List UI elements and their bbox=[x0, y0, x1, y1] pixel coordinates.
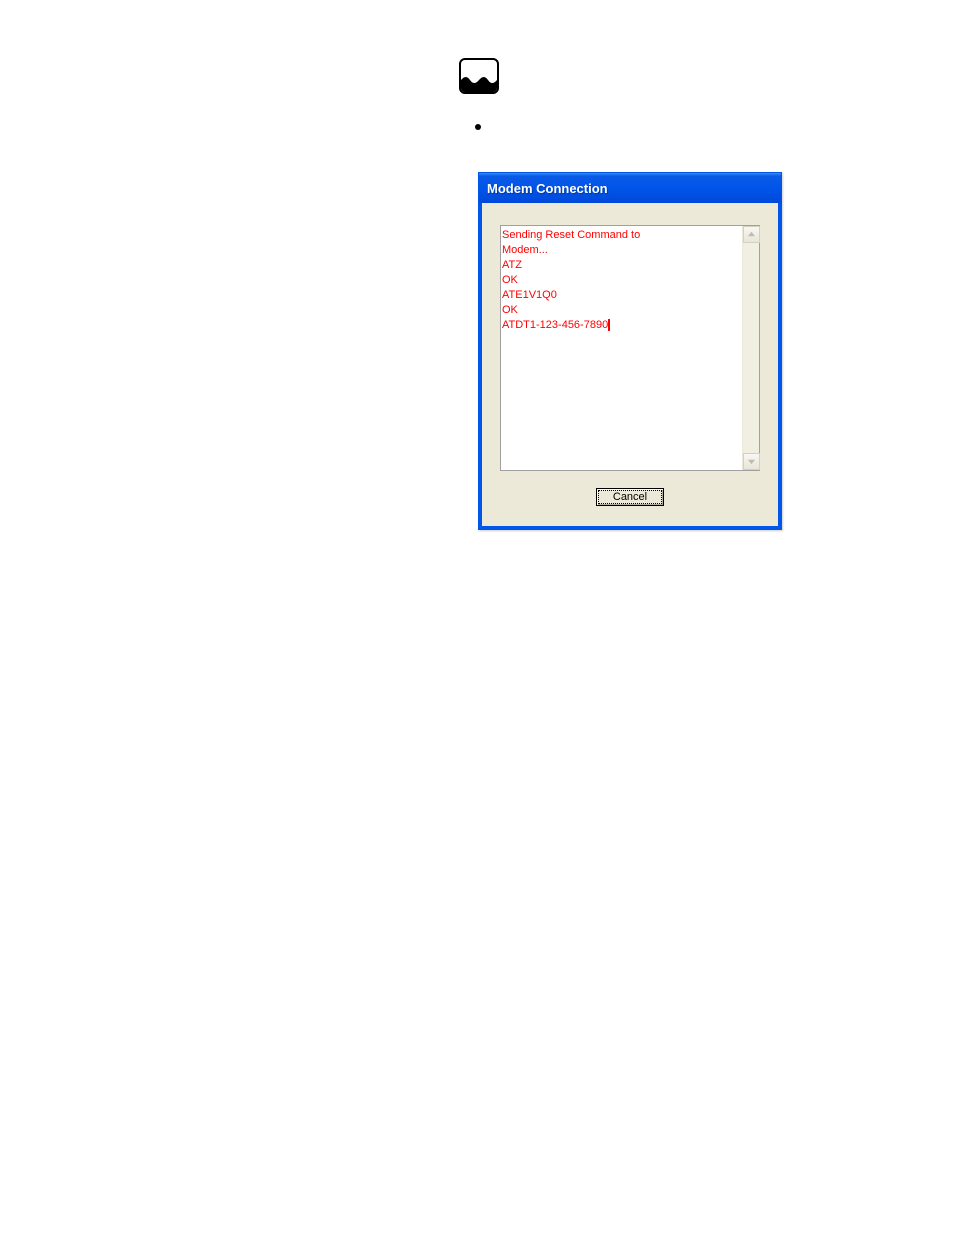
wave-logo bbox=[459, 58, 499, 94]
scrollbar[interactable] bbox=[742, 226, 759, 470]
modem-log-container: Sending Reset Command to Modem... ATZ OK… bbox=[500, 225, 760, 471]
dialog-title: Modem Connection bbox=[487, 181, 608, 196]
cancel-button[interactable]: Cancel bbox=[596, 488, 664, 506]
bullet-point bbox=[475, 124, 481, 130]
log-line-3: OK bbox=[502, 274, 518, 286]
chevron-up-icon bbox=[747, 230, 756, 239]
text-cursor bbox=[608, 319, 610, 331]
log-line-0: Sending Reset Command to bbox=[502, 229, 640, 241]
scroll-up-button[interactable] bbox=[743, 226, 760, 243]
dialog-titlebar[interactable]: Modem Connection bbox=[479, 173, 781, 203]
log-line-1: Modem... bbox=[502, 244, 548, 256]
log-line-6: ATDT1-123-456-7890 bbox=[502, 319, 608, 331]
modem-connection-dialog: Modem Connection Sending Reset Command t… bbox=[478, 172, 782, 530]
scroll-down-button[interactable] bbox=[743, 453, 760, 470]
log-line-2: ATZ bbox=[502, 259, 522, 271]
log-line-5: OK bbox=[502, 304, 518, 316]
dialog-body: Sending Reset Command to Modem... ATZ OK… bbox=[479, 203, 781, 529]
button-row: Cancel bbox=[500, 487, 760, 506]
modem-log-text: Sending Reset Command to Modem... ATZ OK… bbox=[501, 226, 742, 470]
chevron-down-icon bbox=[747, 457, 756, 466]
wave-logo-icon bbox=[461, 60, 497, 92]
log-line-4: ATE1V1Q0 bbox=[502, 289, 557, 301]
